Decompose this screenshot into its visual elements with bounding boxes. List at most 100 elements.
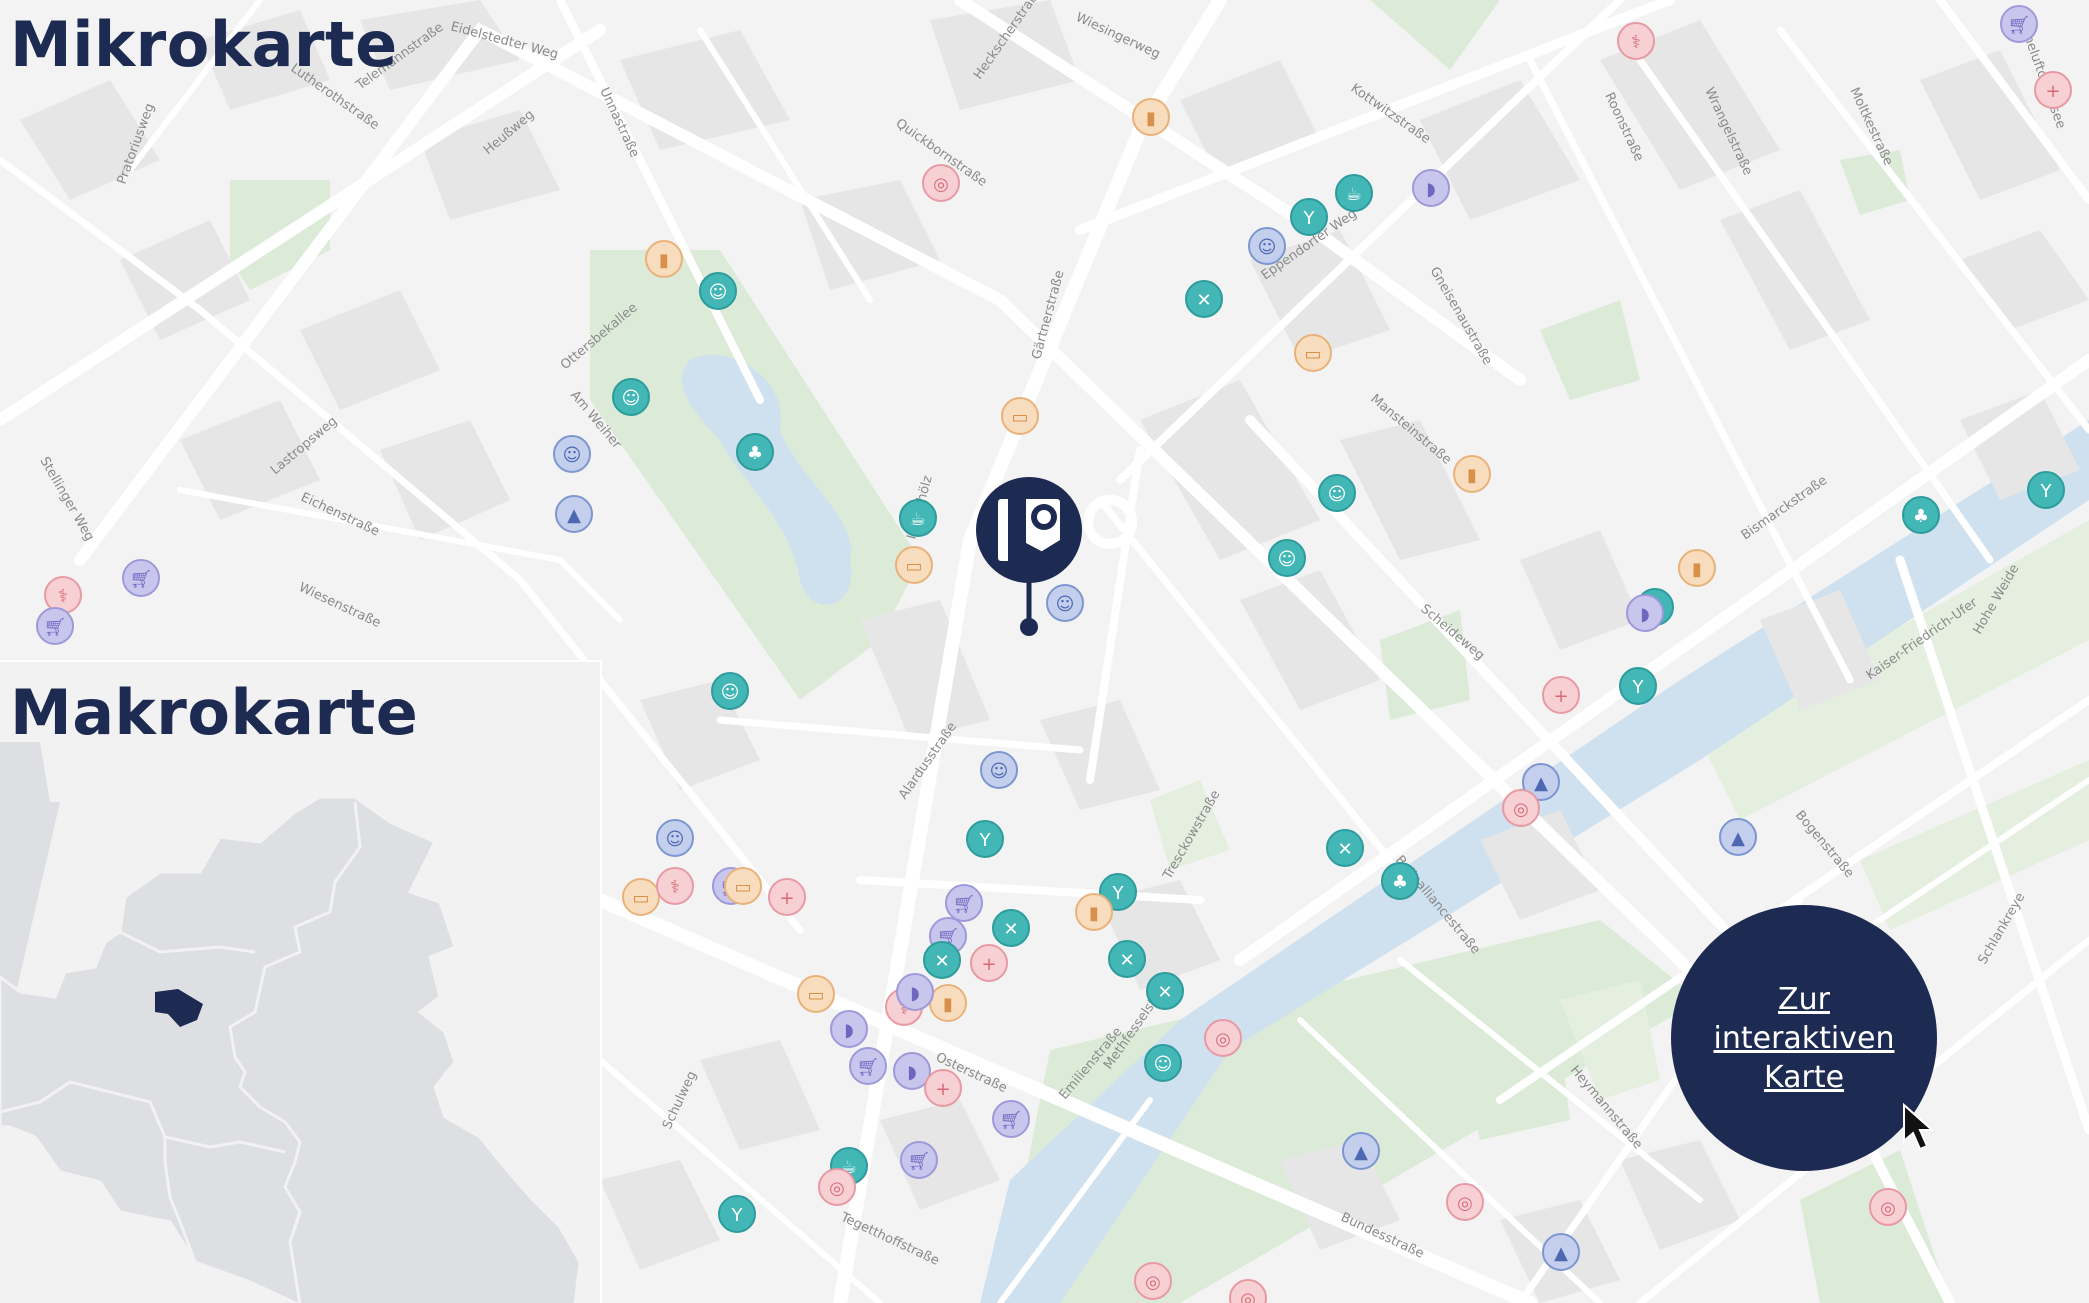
bus-poi-marker[interactable]: ▭ — [622, 878, 660, 916]
bar-poi-marker[interactable]: Y — [966, 820, 1004, 858]
kindergarten-poi-marker[interactable]: ☺ — [1268, 539, 1306, 577]
kindergarten-poi-marker[interactable]: ☺ — [553, 435, 591, 473]
kindergarten-poi-marker[interactable]: ☺ — [980, 751, 1018, 789]
bus-poi-marker[interactable]: ▭ — [797, 975, 835, 1013]
bus-icon: ▭ — [1304, 344, 1321, 365]
bakery-icon: ◗ — [844, 1020, 853, 1041]
supermarket-poi-marker[interactable]: 🛒︎ — [36, 607, 74, 645]
bus-icon: ▭ — [807, 985, 824, 1006]
supermarket-icon: 🛒︎ — [953, 894, 976, 915]
fuel-icon: ▮ — [1089, 903, 1099, 924]
sport-poi-marker[interactable]: ◎ — [1502, 789, 1540, 827]
bus-poi-marker[interactable]: ▭ — [895, 546, 933, 584]
fuel-poi-marker[interactable]: ▮ — [645, 240, 683, 278]
sport-poi-marker[interactable]: ◎ — [1204, 1019, 1242, 1057]
bus-poi-marker[interactable]: ▭ — [1294, 334, 1332, 372]
bus-icon: ▭ — [734, 877, 751, 898]
supermarket-poi-marker[interactable]: 🛒︎ — [900, 1141, 938, 1179]
bus-poi-marker[interactable]: ▭ — [724, 867, 762, 905]
mouse-cursor-icon — [1903, 1103, 1935, 1151]
fuel-poi-marker[interactable]: ▮ — [1678, 549, 1716, 587]
school-poi-marker[interactable]: ▲ — [1719, 818, 1757, 856]
bakery-poi-marker[interactable]: ◗ — [1412, 169, 1450, 207]
supermarket-poi-marker[interactable]: 🛒︎ — [945, 884, 983, 922]
restaurant-poi-marker[interactable]: ✕ — [992, 909, 1030, 947]
bakery-poi-marker[interactable]: ◗ — [1626, 594, 1664, 632]
park-poi-marker[interactable]: ♣ — [736, 433, 774, 471]
kindergarten-icon: ☺ — [1278, 549, 1297, 570]
school-poi-marker[interactable]: ▲ — [555, 495, 593, 533]
park-poi-marker[interactable]: ♣ — [1381, 862, 1419, 900]
school-poi-marker[interactable]: ▲ — [1342, 1132, 1380, 1170]
fuel-poi-marker[interactable]: ▮ — [929, 984, 967, 1022]
pharmacy-poi-marker[interactable]: + — [2034, 71, 2072, 109]
fuel-poi-marker[interactable]: ▮ — [1075, 893, 1113, 931]
kindergarten-poi-marker[interactable]: ☺ — [656, 819, 694, 857]
sport-poi-marker[interactable]: ◎ — [1446, 1183, 1484, 1221]
bar-poi-marker[interactable]: Y — [718, 1195, 756, 1233]
kindergarten-poi-marker[interactable]: ☺ — [1144, 1044, 1182, 1082]
school-poi-marker[interactable]: ▲ — [1542, 1233, 1580, 1271]
supermarket-poi-marker[interactable]: 🛒︎ — [2000, 5, 2038, 43]
sport-icon: ◎ — [1145, 1272, 1161, 1293]
supermarket-icon: 🛒︎ — [908, 1151, 931, 1172]
bakery-icon: ◗ — [910, 983, 919, 1004]
pharmacy-poi-marker[interactable]: + — [1542, 676, 1580, 714]
restaurant-poi-marker[interactable]: ✕ — [1108, 940, 1146, 978]
bar-icon: Y — [1632, 677, 1645, 698]
kindergarten-icon: ☺ — [721, 682, 740, 703]
restaurant-poi-marker[interactable]: ✕ — [1185, 280, 1223, 318]
supermarket-poi-marker[interactable]: 🛒︎ — [992, 1100, 1030, 1138]
restaurant-icon: ✕ — [1003, 919, 1018, 940]
bus-poi-marker[interactable]: ▭ — [1001, 397, 1039, 435]
school-icon: ▲ — [1534, 773, 1548, 794]
sport-poi-marker[interactable]: ◎ — [1869, 1188, 1907, 1226]
bus-icon: ▭ — [905, 556, 922, 577]
kindergarten-poi-marker[interactable]: ☺ — [1318, 474, 1356, 512]
bar-poi-marker[interactable]: Y — [1619, 667, 1657, 705]
school-icon: ▲ — [1354, 1142, 1368, 1163]
doctor-poi-marker[interactable]: ⚕ — [1617, 22, 1655, 60]
pharmacy-poi-marker[interactable]: + — [924, 1069, 962, 1107]
interactive-map-button[interactable]: Zur interaktiven Karte — [1671, 905, 1937, 1171]
doctor-icon: ⚕ — [1631, 32, 1641, 53]
pharmacy-poi-marker[interactable]: + — [970, 944, 1008, 982]
kindergarten-poi-marker[interactable]: ☺ — [1248, 227, 1286, 265]
pharmacy-poi-marker[interactable]: + — [768, 878, 806, 916]
cafe-poi-marker[interactable]: ☕︎ — [899, 499, 937, 537]
park-poi-marker[interactable]: ♣ — [1902, 496, 1940, 534]
fuel-poi-marker[interactable]: ▮ — [1453, 455, 1491, 493]
sport-poi-marker[interactable]: ◎ — [818, 1168, 856, 1206]
supermarket-poi-marker[interactable]: 🛒︎ — [122, 559, 160, 597]
sport-poi-marker[interactable]: ◎ — [1134, 1262, 1172, 1300]
sport-icon: ◎ — [1880, 1198, 1896, 1219]
map-view[interactable]: Eidelstedter Weg Telemannstraße Lutherot… — [0, 0, 2089, 1303]
restaurant-icon: ✕ — [1196, 290, 1211, 311]
bar-icon: Y — [1112, 883, 1125, 904]
doctor-poi-marker[interactable]: ⚕ — [656, 867, 694, 905]
bakery-poi-marker[interactable]: ◗ — [896, 973, 934, 1011]
macro-map-title: Makrokarte — [10, 676, 419, 749]
restaurant-poi-marker[interactable]: ✕ — [1326, 829, 1364, 867]
kindergarten-poi-marker[interactable]: ☺ — [612, 378, 650, 416]
restaurant-icon: ✕ — [934, 951, 949, 972]
kindergarten-poi-marker[interactable]: ☺ — [711, 672, 749, 710]
sport-poi-marker[interactable]: ◎ — [922, 164, 960, 202]
kindergarten-icon: ☺ — [1056, 594, 1075, 615]
cafe-poi-marker[interactable]: ☕︎ — [1335, 174, 1373, 212]
park-icon: ♣ — [1913, 506, 1929, 527]
kindergarten-poi-marker[interactable]: ☺ — [1046, 584, 1084, 622]
fuel-icon: ▮ — [1467, 465, 1477, 486]
doctor-icon: ⚕ — [670, 877, 680, 898]
restaurant-poi-marker[interactable]: ✕ — [923, 941, 961, 979]
park-icon: ♣ — [747, 443, 763, 464]
kindergarten-poi-marker[interactable]: ☺ — [699, 272, 737, 310]
supermarket-poi-marker[interactable]: 🛒︎ — [849, 1047, 887, 1085]
bakery-poi-marker[interactable]: ◗ — [830, 1010, 868, 1048]
bar-poi-marker[interactable]: Y — [1290, 198, 1328, 236]
fuel-icon: ▮ — [1692, 559, 1702, 580]
fuel-poi-marker[interactable]: ▮ — [1132, 98, 1170, 136]
doctor-icon: ⚕ — [58, 586, 68, 607]
restaurant-poi-marker[interactable]: ✕ — [1146, 972, 1184, 1010]
bar-poi-marker[interactable]: Y — [2027, 471, 2065, 509]
